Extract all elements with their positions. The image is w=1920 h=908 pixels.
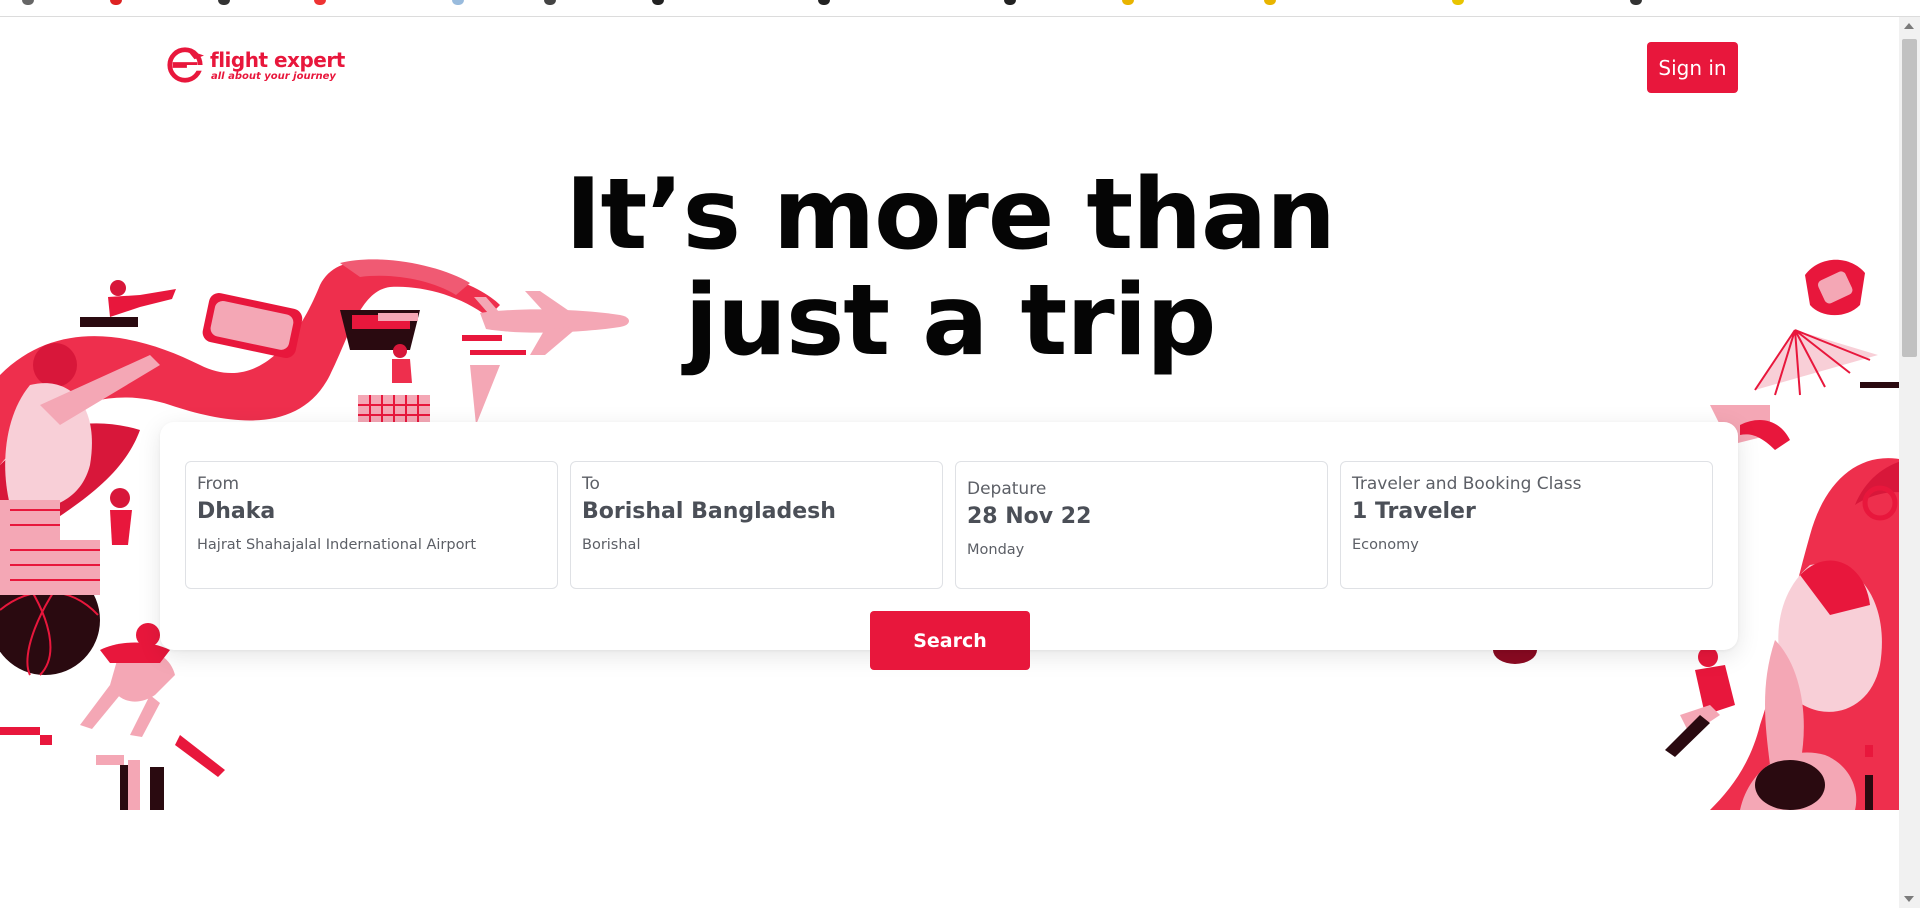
- bookmark-icon[interactable]: [1004, 0, 1016, 5]
- from-city: Dhaka: [197, 499, 276, 524]
- bookmark-icon[interactable]: [544, 0, 556, 5]
- bookmark-icon[interactable]: [22, 0, 34, 5]
- flight-expert-page: flight expert all about your journey Sig…: [0, 0, 1920, 908]
- brand-name: flight expert: [210, 48, 345, 72]
- to-city: Borishal Bangladesh: [582, 499, 836, 524]
- bookmark-icon[interactable]: [452, 0, 464, 5]
- traveler-class-label: Traveler and Booking Class: [1352, 474, 1582, 494]
- search-button[interactable]: Search: [870, 611, 1030, 670]
- departure-label: Depature: [967, 479, 1047, 499]
- bookmark-icon[interactable]: [1264, 0, 1276, 5]
- from-airport: Hajrat Shahajalal Indernational Airport: [197, 537, 477, 553]
- chevron-down-icon[interactable]: [1904, 896, 1914, 902]
- bookmark-icon[interactable]: [1452, 0, 1464, 5]
- chevron-up-icon[interactable]: [1904, 23, 1914, 29]
- scrollbar-thumb[interactable]: [1902, 39, 1917, 357]
- to-field[interactable]: To Borishal Bangladesh Borishal: [570, 461, 943, 589]
- hero-title-line1: It’s more than: [565, 158, 1336, 272]
- departure-weekday: Monday: [967, 542, 1025, 558]
- traveler-class-field[interactable]: Traveler and Booking Class 1 Traveler Ec…: [1340, 461, 1713, 589]
- to-label: To: [582, 474, 600, 494]
- sign-in-button[interactable]: Sign in: [1647, 42, 1738, 93]
- brand-logo[interactable]: flight expert all about your journey: [166, 46, 366, 86]
- bookmark-icon[interactable]: [110, 0, 122, 5]
- traveler-count: 1 Traveler: [1352, 499, 1476, 524]
- booking-class: Economy: [1352, 537, 1419, 553]
- departure-field[interactable]: Depature 28 Nov 22 Monday: [955, 461, 1328, 589]
- flight-expert-logo-icon: [167, 47, 204, 83]
- hero-title: It’s more than just a trip: [560, 162, 1340, 374]
- bookmark-icon[interactable]: [652, 0, 664, 5]
- from-label: From: [197, 474, 240, 494]
- page-scrollbar[interactable]: [1899, 17, 1920, 908]
- from-field[interactable]: From Dhaka Hajrat Shahajalal Indernation…: [185, 461, 558, 589]
- to-airport: Borishal: [582, 537, 641, 553]
- bookmark-icon[interactable]: [818, 0, 830, 5]
- departure-date: 28 Nov 22: [967, 504, 1092, 529]
- brand-tagline: all about your journey: [211, 71, 336, 82]
- bookmark-icon[interactable]: [1630, 0, 1642, 5]
- bookmark-icon[interactable]: [314, 0, 326, 5]
- hero-title-line2: just a trip: [684, 264, 1217, 378]
- bookmark-icon[interactable]: [1122, 0, 1134, 5]
- flight-search-card: From Dhaka Hajrat Shahajalal Indernation…: [160, 422, 1738, 670]
- bookmarks-bar: [0, 0, 1920, 17]
- bookmark-icon[interactable]: [218, 0, 230, 5]
